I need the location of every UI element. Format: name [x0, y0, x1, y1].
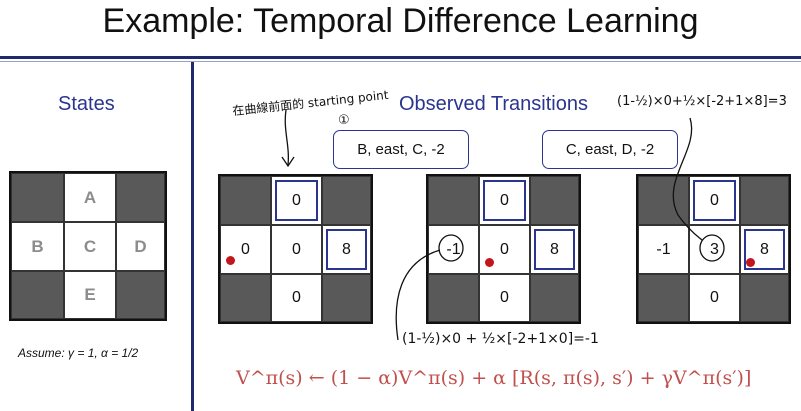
- annotation-curve: [672, 117, 703, 241]
- annotation-arrow: [284, 109, 290, 166]
- annotation-circle: [438, 234, 464, 262]
- annotation-circle: [699, 234, 725, 262]
- annotation-curve: [395, 249, 441, 341]
- td-update-formula: V^π(s) ← (1 − α)V^π(s) + α [R(s, π(s), s…: [236, 367, 752, 389]
- handwriting-strokes: [281, 109, 725, 341]
